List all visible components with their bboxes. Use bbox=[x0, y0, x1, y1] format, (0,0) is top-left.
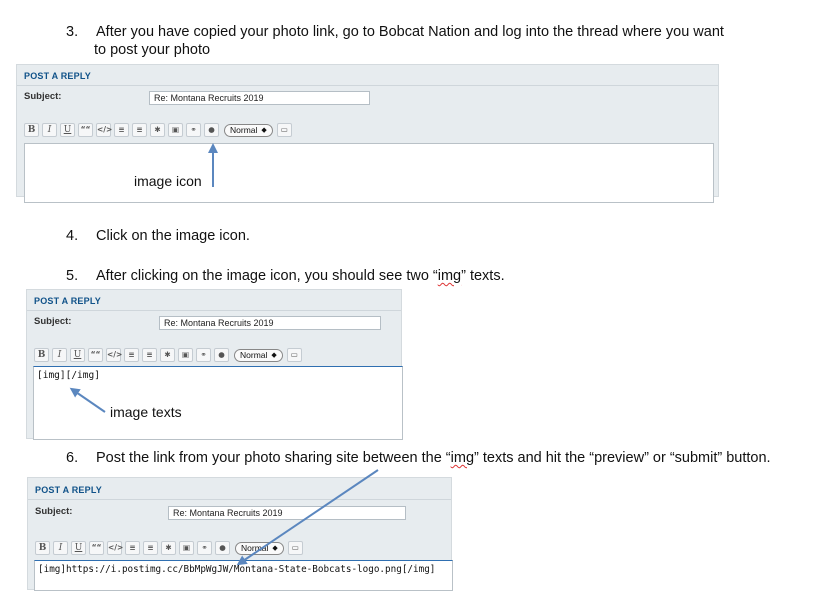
arrow-to-link-position bbox=[236, 469, 379, 566]
annotation-arrows bbox=[69, 143, 379, 566]
arrow-to-image-texts bbox=[69, 387, 106, 413]
